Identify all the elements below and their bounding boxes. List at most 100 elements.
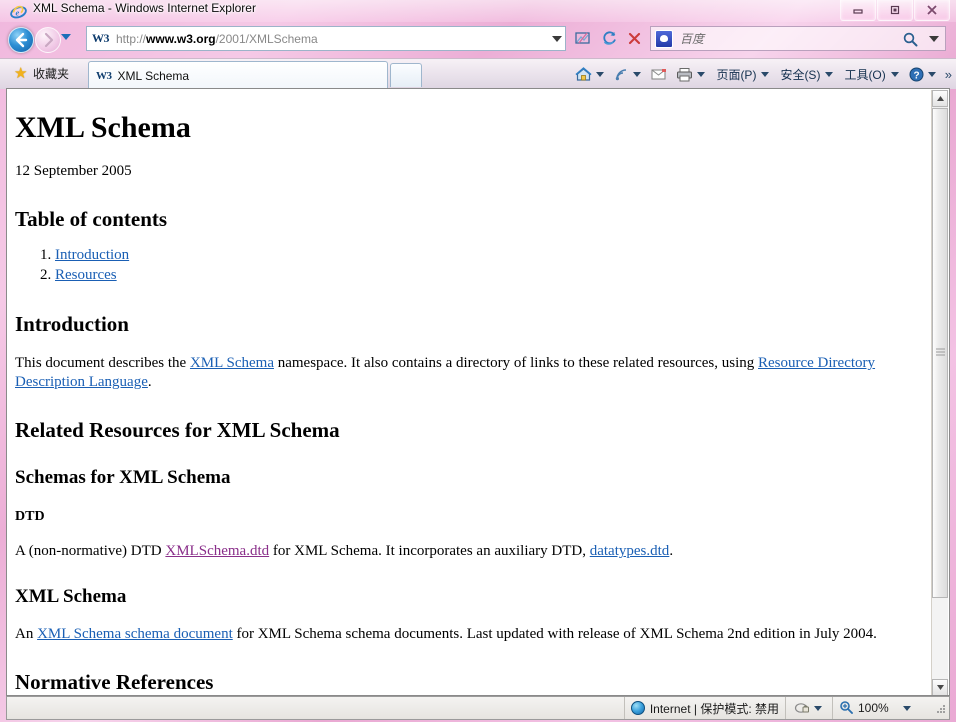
recent-pages-dropdown-icon[interactable] — [61, 34, 71, 40]
feeds-button[interactable] — [610, 62, 647, 86]
printer-icon — [677, 67, 693, 81]
print-caret-icon[interactable] — [697, 71, 706, 77]
xs-text-2: for XML Schema schema documents. Last up… — [232, 625, 877, 642]
back-button[interactable] — [8, 27, 34, 53]
xs-text-1: An — [15, 625, 38, 642]
privacy-report-button[interactable] — [785, 697, 832, 719]
svg-text:?: ? — [913, 70, 919, 81]
url-path: /2001/XMLSchema — [215, 31, 318, 46]
svg-text:e: e — [16, 8, 20, 18]
tools-menu-button[interactable]: 工具(O) — [839, 62, 904, 86]
new-tab-button[interactable] — [390, 63, 422, 87]
page-caret-icon[interactable] — [761, 71, 770, 77]
zoom-caret-icon[interactable] — [902, 705, 911, 711]
help-icon: ? — [909, 67, 924, 81]
link-datatypes-dtd[interactable]: datatypes.dtd — [590, 543, 670, 559]
compatibility-view-button[interactable] — [570, 26, 595, 51]
mail-icon — [651, 68, 667, 80]
help-caret-icon[interactable] — [927, 71, 936, 77]
address-bar-url: http://www.w3.org/2001/XMLSchema — [116, 32, 318, 46]
privacy-caret-icon[interactable] — [813, 705, 822, 711]
refresh-button[interactable] — [597, 26, 622, 51]
browser-chrome: W3 http://www.w3.org/2001/XMLSchema 百度 ★… — [0, 22, 956, 722]
intro-text-1: This document describes the — [15, 355, 190, 372]
page-date: 12 September 2005 — [15, 163, 132, 179]
security-zone-indicator[interactable]: Internet | 保护模式: 禁用 — [623, 697, 785, 719]
search-box[interactable]: 百度 — [650, 26, 946, 51]
url-host: www.w3.org — [146, 31, 216, 46]
dtd-paragraph: A (non-normative) DTD XMLSchema.dtd for … — [15, 542, 918, 561]
scroll-down-button[interactable] — [932, 679, 948, 695]
scroll-up-button[interactable] — [932, 90, 948, 107]
related-resources-heading: Related Resources for XML Schema — [15, 418, 340, 443]
internet-zone-icon — [630, 701, 645, 715]
page-menu-label: 页面(P) — [716, 67, 757, 82]
url-prefix: http:// — [116, 31, 147, 46]
navigation-bar: W3 http://www.w3.org/2001/XMLSchema 百度 — [0, 22, 956, 58]
restore-button[interactable] — [877, 0, 913, 21]
tab-title: XML Schema — [117, 68, 190, 83]
mail-button[interactable] — [647, 62, 672, 86]
schemas-heading: Schemas for XML Schema — [15, 467, 231, 489]
home-icon — [575, 66, 592, 81]
scrollbar-track[interactable] — [932, 598, 948, 679]
command-bar-overflow-button[interactable]: » — [945, 67, 952, 82]
security-zone-label: Internet | 保护模式: 禁用 — [649, 701, 779, 716]
star-icon: ★ — [14, 65, 28, 82]
toc-link-resources[interactable]: Resources — [55, 267, 117, 283]
ie-logo-icon: e — [10, 5, 27, 19]
zoom-icon — [839, 700, 854, 717]
search-input[interactable]: 百度 — [680, 30, 704, 47]
baidu-paw-icon — [655, 29, 673, 48]
toc-heading: Table of contents — [15, 207, 168, 232]
back-forward-group — [6, 26, 71, 53]
resize-grip[interactable] — [933, 701, 947, 715]
safety-caret-icon[interactable] — [825, 71, 834, 77]
address-bar[interactable]: W3 http://www.w3.org/2001/XMLSchema — [86, 26, 566, 51]
normative-references-heading: Normative References — [15, 669, 214, 694]
link-xml-schema-namespace[interactable]: XML Schema — [190, 355, 274, 371]
safety-menu-button[interactable]: 安全(S) — [775, 62, 839, 86]
xml-schema-paragraph: An XML Schema schema document for XML Sc… — [15, 625, 918, 644]
forward-button[interactable] — [35, 27, 61, 53]
tab-xml-schema[interactable]: W3 XML Schema — [88, 61, 388, 89]
tools-menu-label: 工具(O) — [844, 67, 886, 82]
privacy-report-icon — [794, 703, 809, 713]
scrollbar-thumb[interactable] — [932, 108, 948, 598]
window-controls — [839, 0, 950, 21]
tab-bar: ★ 收藏夹 W3 XML Schema 页面(P) 安全(S) 工具(O) ? … — [0, 58, 956, 89]
safety-menu-label: 安全(S) — [780, 67, 821, 82]
site-favicon: W3 — [92, 31, 110, 45]
search-provider-dropdown-icon[interactable] — [929, 36, 939, 42]
chevron-down-icon[interactable] — [552, 36, 562, 42]
list-item: Introduction — [55, 246, 918, 266]
dtd-text-3: . — [669, 543, 674, 560]
dtd-text-1: A (non-normative) DTD — [15, 543, 166, 560]
link-xmlschema-dtd[interactable]: XMLSchema.dtd — [165, 543, 269, 559]
print-button[interactable] — [672, 62, 711, 86]
dtd-heading: DTD — [15, 509, 45, 525]
home-button[interactable] — [571, 62, 610, 86]
vertical-scrollbar[interactable] — [931, 90, 948, 695]
page-menu-button[interactable]: 页面(P) — [711, 62, 775, 86]
zoom-control[interactable]: 100% — [832, 697, 931, 719]
close-button[interactable] — [914, 0, 950, 21]
introduction-paragraph: This document describes the XML Schema n… — [15, 354, 918, 392]
toc-link-introduction[interactable]: Introduction — [55, 247, 129, 263]
xml-schema-heading: XML Schema — [15, 585, 127, 607]
link-xml-schema-schema-document[interactable]: XML Schema schema document — [37, 626, 233, 642]
tab-favicon: W3 — [96, 69, 112, 82]
window-title: XML Schema - Windows Internet Explorer — [33, 1, 256, 15]
stop-button[interactable] — [622, 26, 647, 51]
home-caret-icon[interactable] — [596, 71, 605, 77]
search-icon[interactable] — [902, 31, 919, 53]
help-button[interactable]: ? — [905, 62, 942, 86]
tools-caret-icon[interactable] — [890, 71, 899, 77]
favorites-button[interactable]: ★ 收藏夹 — [8, 63, 75, 84]
minimize-button[interactable] — [840, 0, 876, 21]
table-of-contents: Introduction Resources — [15, 246, 918, 286]
feeds-caret-icon[interactable] — [633, 71, 642, 77]
status-bar: Internet | 保护模式: 禁用 100% — [6, 696, 950, 720]
intro-text-2: namespace. It also contains a directory … — [273, 355, 758, 372]
web-page-content: XML Schema 12 September 2005 Table of co… — [7, 89, 926, 695]
